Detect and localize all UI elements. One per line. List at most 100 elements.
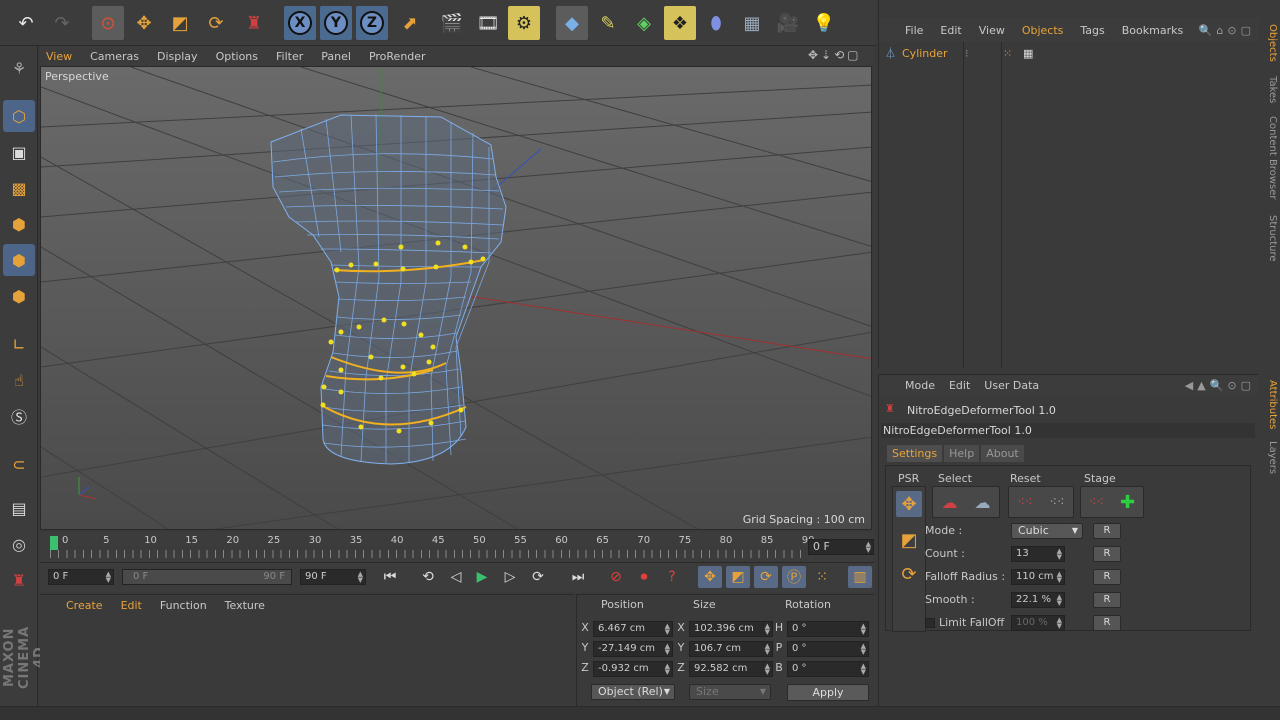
workplane-lock-icon[interactable]: ▤ xyxy=(3,492,35,524)
record-position-icon[interactable]: ✥ xyxy=(698,566,722,588)
go-to-end-icon[interactable]: ⏭ xyxy=(566,566,590,588)
record-active-objects-icon[interactable]: ⊘ xyxy=(604,566,628,588)
redo-icon[interactable]: ↷ xyxy=(46,6,78,40)
object-row-cylinder[interactable]: ⏃ Cylinder ⁝ ⁙ ▦ xyxy=(885,45,1033,61)
count-reset-button[interactable]: R xyxy=(1093,546,1121,562)
coordinate-mode-dropdown[interactable]: Object (Rel) ▼ xyxy=(591,684,675,700)
viewport-nav-icons[interactable]: ✥⇣⟲▢ xyxy=(808,48,862,62)
smooth-field[interactable]: 22.1 % ▲ ▼ xyxy=(1011,592,1065,608)
menu-edit[interactable]: Edit xyxy=(949,379,970,392)
timeline-window-icon[interactable]: ▥ xyxy=(848,566,872,588)
menu-bookmarks[interactable]: Bookmarks xyxy=(1122,24,1183,37)
next-key-icon[interactable]: ⟳ xyxy=(526,566,550,588)
scale-tool-icon[interactable]: ◩ xyxy=(164,6,196,40)
edges-mode-icon[interactable]: ⬢ xyxy=(3,244,35,276)
previous-frame-icon[interactable]: ◁ xyxy=(444,566,468,588)
menu-filter[interactable]: Filter xyxy=(276,50,303,63)
go-to-start-icon[interactable]: ⏮ xyxy=(378,566,402,588)
menu-edit[interactable]: Edit xyxy=(940,24,961,37)
end-frame-field[interactable]: 90 F ▲ ▼ xyxy=(300,569,366,585)
falloff-radius-reset-button[interactable]: R xyxy=(1093,569,1121,585)
model-mode-icon[interactable]: ⬡ xyxy=(3,100,35,132)
autokeying-icon[interactable]: ⏺ xyxy=(632,566,656,588)
texture-tag-icon[interactable]: ▦ xyxy=(1023,47,1033,60)
timeline-playhead[interactable] xyxy=(50,536,58,550)
undo-icon[interactable]: ↶ xyxy=(10,6,42,40)
size-mode-dropdown[interactable]: Size ▼ xyxy=(689,684,771,700)
camera-icon[interactable]: 🎥 xyxy=(772,6,804,40)
floor-environment-icon[interactable]: ▦ xyxy=(736,6,768,40)
size-z-field[interactable]: 92.582 cm ▲ ▼ xyxy=(689,661,773,677)
render-settings-icon[interactable]: ⚙ xyxy=(508,6,540,40)
quantize-icon[interactable]: ◎ xyxy=(3,528,35,560)
object-manager-tools-icons[interactable]: 🔍⌂⊙▢ xyxy=(1199,24,1255,37)
menu-edit[interactable]: Edit xyxy=(121,599,142,612)
coordinate-system-icon[interactable]: ⬈ xyxy=(394,6,426,40)
select-loop-icon[interactable]: ☁ xyxy=(975,493,991,512)
menu-create[interactable]: Create xyxy=(66,599,103,612)
keyframe-selection-icon[interactable]: ? xyxy=(660,566,684,588)
select-all-icon[interactable]: ☁ xyxy=(942,493,958,512)
menu-function[interactable]: Function xyxy=(160,599,207,612)
tab-attributes[interactable]: Attributes xyxy=(1260,378,1278,432)
tab-objects[interactable]: Objects xyxy=(1260,20,1278,66)
stage-points-icon[interactable]: ⁖⁖ xyxy=(1089,495,1104,510)
tab-help[interactable]: Help xyxy=(944,445,980,462)
record-scale-icon[interactable]: ◩ xyxy=(726,566,750,588)
render-view-icon[interactable]: 🎬 xyxy=(436,6,468,40)
smooth-reset-button[interactable]: R xyxy=(1093,592,1121,608)
menu-tags[interactable]: Tags xyxy=(1080,24,1104,37)
menu-view[interactable]: View xyxy=(979,24,1005,37)
panel-grip[interactable] xyxy=(878,0,1258,18)
nitro-tag-icon[interactable]: ⁙ xyxy=(1003,47,1012,60)
menu-display[interactable]: Display xyxy=(157,50,198,63)
size-x-field[interactable]: 102.396 cm ▲ ▼ xyxy=(689,621,773,637)
nitro-icon[interactable]: ♜ xyxy=(3,564,35,596)
axis-mode-icon[interactable]: ∟ xyxy=(3,328,35,360)
visibility-toggle-icon[interactable]: ⁝ xyxy=(965,47,969,60)
pen-spline-icon[interactable]: ✎ xyxy=(592,6,624,40)
menu-file[interactable]: File xyxy=(905,24,923,37)
subdivision-surface-icon[interactable]: ◈ xyxy=(628,6,660,40)
rotation-b-field[interactable]: 0 ° ▲ ▼ xyxy=(787,661,869,677)
menu-objects[interactable]: Objects xyxy=(1022,24,1064,37)
cube-object-icon[interactable]: ◆ xyxy=(556,6,588,40)
live-selection-tool-icon[interactable]: ⊙ xyxy=(92,6,124,40)
snap-icon[interactable]: ⊂ xyxy=(3,448,35,480)
y-axis-lock-button[interactable]: Y xyxy=(320,6,352,40)
current-frame-field[interactable]: 0 F ▲ ▼ xyxy=(808,539,874,555)
rotation-h-field[interactable]: 0 ° ▲ ▼ xyxy=(787,621,869,637)
viewport-perspective[interactable]: Perspective Grid Spacing : 100 cm xyxy=(40,66,872,530)
rotate-tool-icon[interactable]: ⟳ xyxy=(200,6,232,40)
attributes-nav-icons[interactable]: ◀▲🔍⊙▢ xyxy=(1185,379,1255,392)
menu-cameras[interactable]: Cameras xyxy=(90,50,139,63)
polygons-mode-icon[interactable]: ⬢ xyxy=(3,280,35,312)
apply-button[interactable]: Apply xyxy=(787,684,869,701)
next-frame-icon[interactable]: ▷ xyxy=(498,566,522,588)
texture-mode-icon[interactable]: ▣ xyxy=(3,136,35,168)
move-tool-icon[interactable]: ✥ xyxy=(128,6,160,40)
frame-range-slider[interactable]: 0 F 90 F xyxy=(122,569,292,585)
rotation-p-field[interactable]: 0 ° ▲ ▼ xyxy=(787,641,869,657)
tab-layers[interactable]: Layers xyxy=(1260,440,1278,476)
tab-about[interactable]: About xyxy=(981,445,1024,462)
move-psr-icon[interactable]: ✥ xyxy=(896,491,922,517)
scale-psr-icon[interactable]: ◩ xyxy=(896,527,922,553)
z-axis-lock-button[interactable]: Z xyxy=(356,6,388,40)
menu-prorender[interactable]: ProRender xyxy=(369,50,426,63)
record-point-level-icon[interactable]: ⁙ xyxy=(810,566,834,588)
tab-settings[interactable]: Settings xyxy=(887,445,943,462)
limit-falloff-field[interactable]: 100 % ▲ ▼ xyxy=(1011,615,1065,631)
menu-options[interactable]: Options xyxy=(216,50,258,63)
menu-texture[interactable]: Texture xyxy=(225,599,265,612)
points-mode-icon[interactable]: ⬢ xyxy=(3,208,35,240)
falloff-radius-field[interactable]: 110 cm ▲ ▼ xyxy=(1011,569,1065,585)
stage-add-icon[interactable]: ✚ xyxy=(1120,492,1135,513)
tab-content-browser[interactable]: Content Browser xyxy=(1260,114,1278,202)
light-icon[interactable]: 💡 xyxy=(808,6,840,40)
reset-points-icon[interactable]: ⁖⁖ xyxy=(1017,495,1032,510)
position-x-field[interactable]: 6.467 cm ▲ ▼ xyxy=(593,621,673,637)
workplane-icon[interactable]: ▩ xyxy=(3,172,35,204)
rotate-psr-icon[interactable]: ⟳ xyxy=(896,561,922,587)
position-y-field[interactable]: -27.149 cm ▲ ▼ xyxy=(593,641,673,657)
